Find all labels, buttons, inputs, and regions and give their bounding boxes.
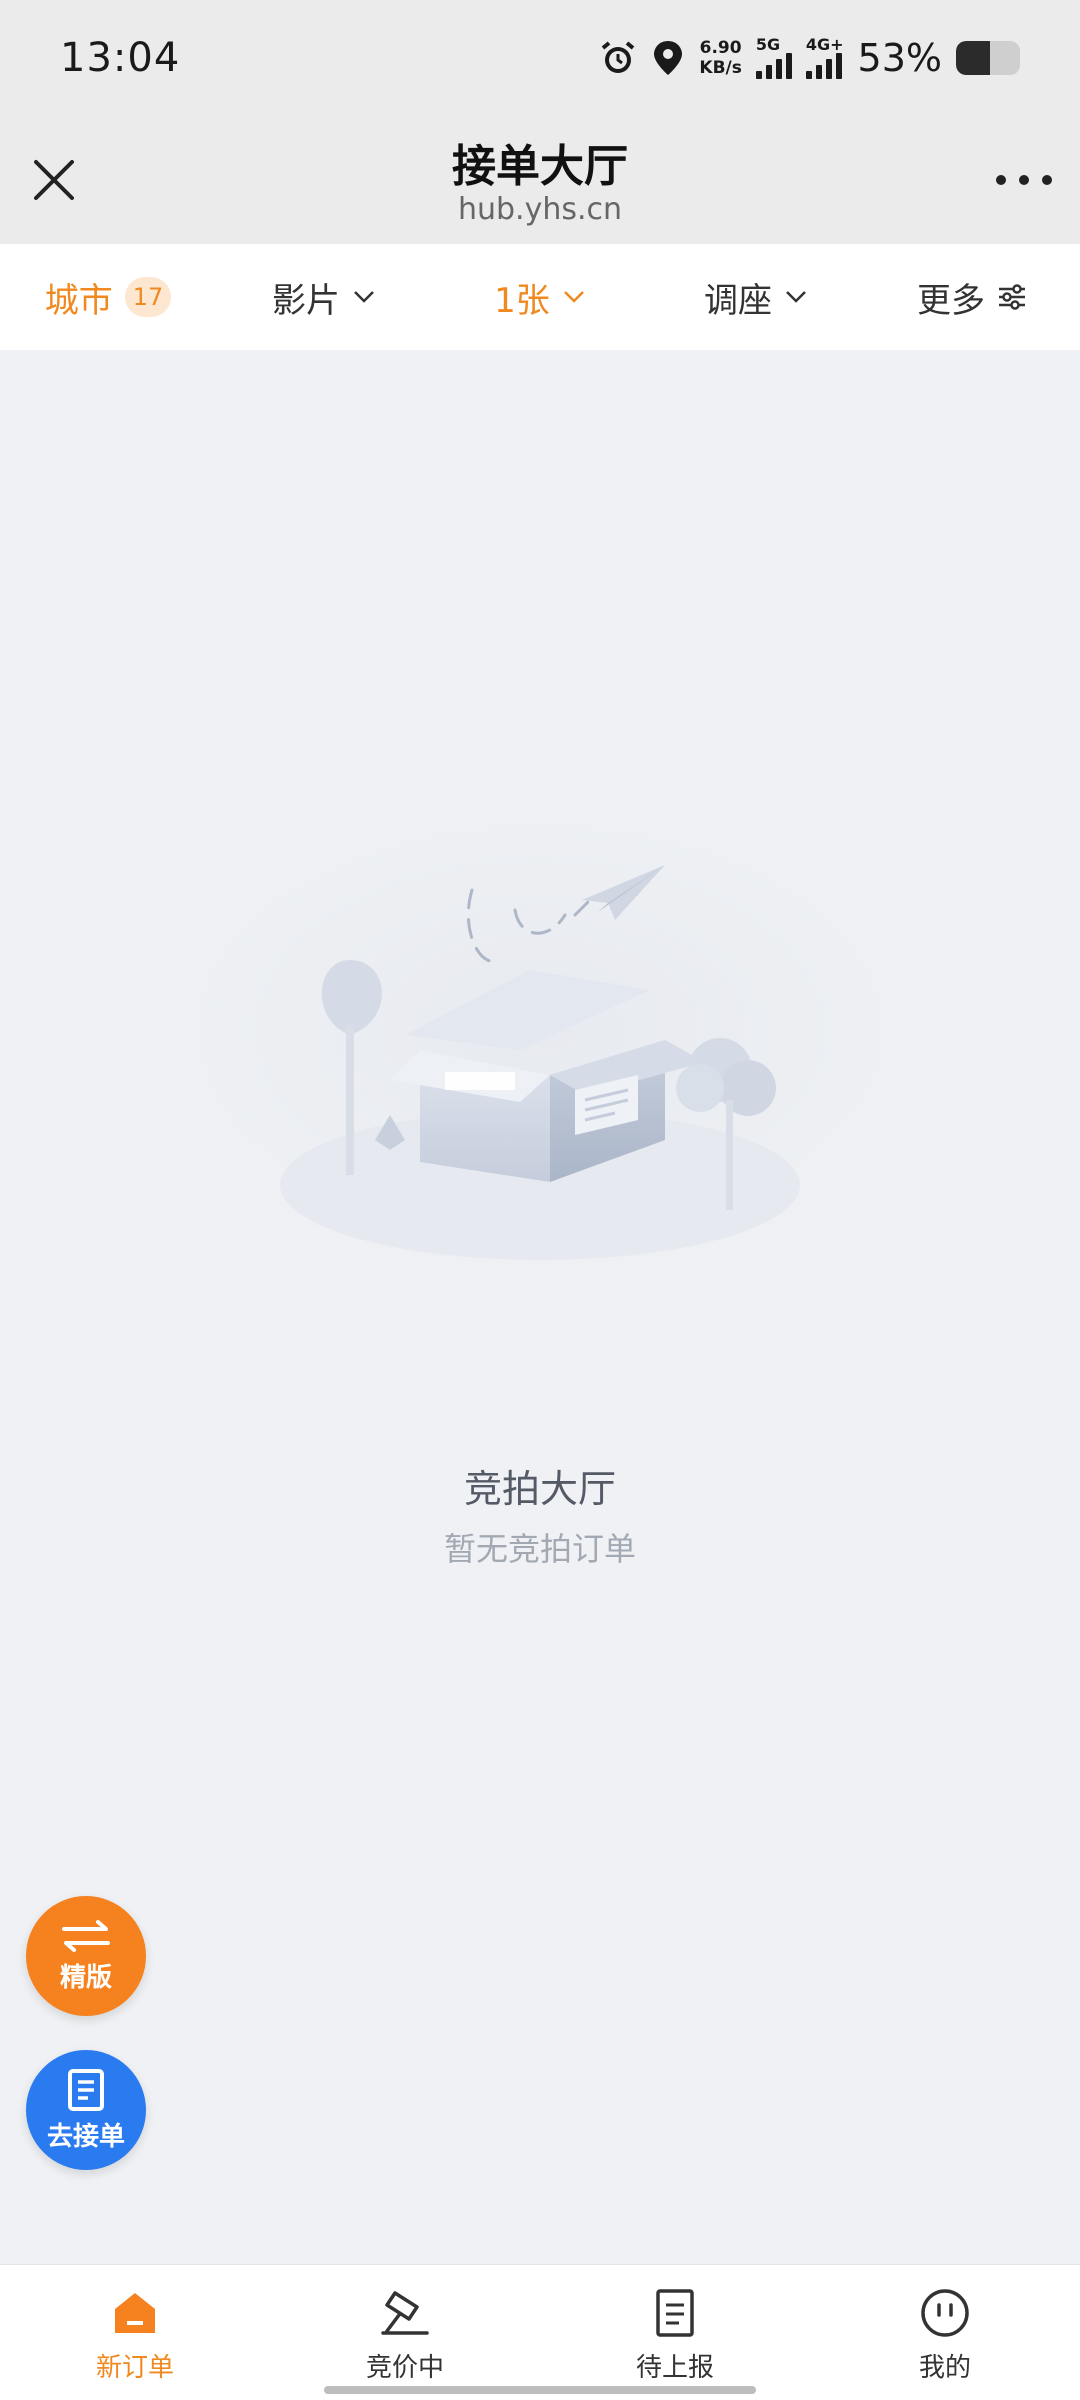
- swap-arrows-icon: [62, 1919, 110, 1952]
- network-speed-value: 6.90: [699, 38, 742, 58]
- auction-hammer-icon: [381, 2291, 429, 2335]
- signal-bars-icon: [755, 53, 792, 79]
- tab-mine-label: 我的: [918, 2353, 971, 2383]
- tab-bidding-label: 竞价中: [365, 2353, 444, 2383]
- tab-pending-report[interactable]: 待上报: [540, 2265, 810, 2400]
- page-url: hub.yhs.cn: [457, 192, 623, 227]
- page-title: 接单大厅: [452, 141, 628, 192]
- alarm-icon: [602, 41, 635, 73]
- header: 接单大厅 hub.yhs.cn: [0, 116, 1080, 244]
- network-speed-unit: KB/s: [699, 58, 742, 78]
- filter-seat-adjust-label: 调座: [704, 280, 772, 321]
- signal-4g-label: 4G+: [805, 35, 844, 54]
- tab-new-orders-label: 新订单: [95, 2353, 174, 2383]
- filter-ticket-count-label: 1张: [494, 280, 550, 321]
- switch-version-button[interactable]: 精版: [26, 1896, 146, 2016]
- status-bar: 13:04 6.90 KB/s 5G 4G+ 53%: [0, 0, 1080, 116]
- empty-state-title: 竞拍大厅: [463, 1467, 616, 1511]
- filter-seat-adjust[interactable]: 调座: [648, 273, 864, 322]
- screen: 13:04 6.90 KB/s 5G 4G+ 53% 接单大厅 hub.yhs.…: [0, 0, 1080, 2400]
- tab-new-orders[interactable]: 新订单: [0, 2265, 270, 2400]
- chevron-down-icon: [786, 291, 806, 303]
- filter-ticket-count[interactable]: 1张: [432, 273, 648, 322]
- filter-more-label: 更多: [917, 280, 985, 321]
- tab-bidding[interactable]: 竞价中: [270, 2265, 540, 2400]
- network-speed: 6.90 KB/s: [699, 38, 741, 78]
- take-order-label: 去接单: [46, 2121, 125, 2152]
- chevron-down-icon: [354, 291, 374, 303]
- bottom-tab-bar: 新订单 竞价中 待上报 我的: [0, 2264, 1080, 2400]
- more-dots-icon[interactable]: [996, 154, 1052, 206]
- status-time: 13:04: [60, 35, 181, 81]
- chevron-down-icon: [563, 291, 584, 303]
- signal-5g: 5G: [755, 35, 792, 79]
- filter-movie-label: 影片: [272, 280, 340, 321]
- filter-more[interactable]: 更多: [864, 273, 1080, 322]
- empty-state-subtitle: 暂无竞拍订单: [443, 1530, 636, 1568]
- signal-bars-icon: [805, 53, 844, 79]
- signal-4g: 4G+: [805, 35, 844, 79]
- document-icon: [68, 2068, 104, 2111]
- filter-movie[interactable]: 影片: [216, 273, 432, 322]
- home-icon: [115, 2293, 155, 2333]
- filter-sliders-icon: [999, 284, 1025, 310]
- battery-icon: [956, 41, 1020, 75]
- tab-mine[interactable]: 我的: [810, 2265, 1080, 2400]
- report-doc-icon: [656, 2289, 694, 2337]
- home-indicator[interactable]: [324, 2386, 756, 2394]
- filter-city-count-badge: 17: [124, 277, 172, 317]
- status-indicators: 6.90 KB/s 5G 4G+ 53%: [599, 36, 1020, 80]
- empty-box-icon: [120, 780, 960, 1280]
- profile-face-icon: [921, 2289, 969, 2337]
- location-icon: [654, 41, 683, 75]
- filter-bar: 城市 17 影片 1张 调座 更多: [0, 244, 1080, 350]
- filter-city[interactable]: 城市 17: [0, 273, 216, 322]
- battery-percent: 53%: [857, 36, 942, 80]
- switch-version-label: 精版: [59, 1962, 112, 1993]
- take-order-button[interactable]: 去接单: [26, 2050, 146, 2170]
- tab-pending-report-label: 待上报: [635, 2353, 714, 2383]
- filter-city-label: 城市: [44, 280, 113, 321]
- signal-5g-label: 5G: [755, 35, 781, 54]
